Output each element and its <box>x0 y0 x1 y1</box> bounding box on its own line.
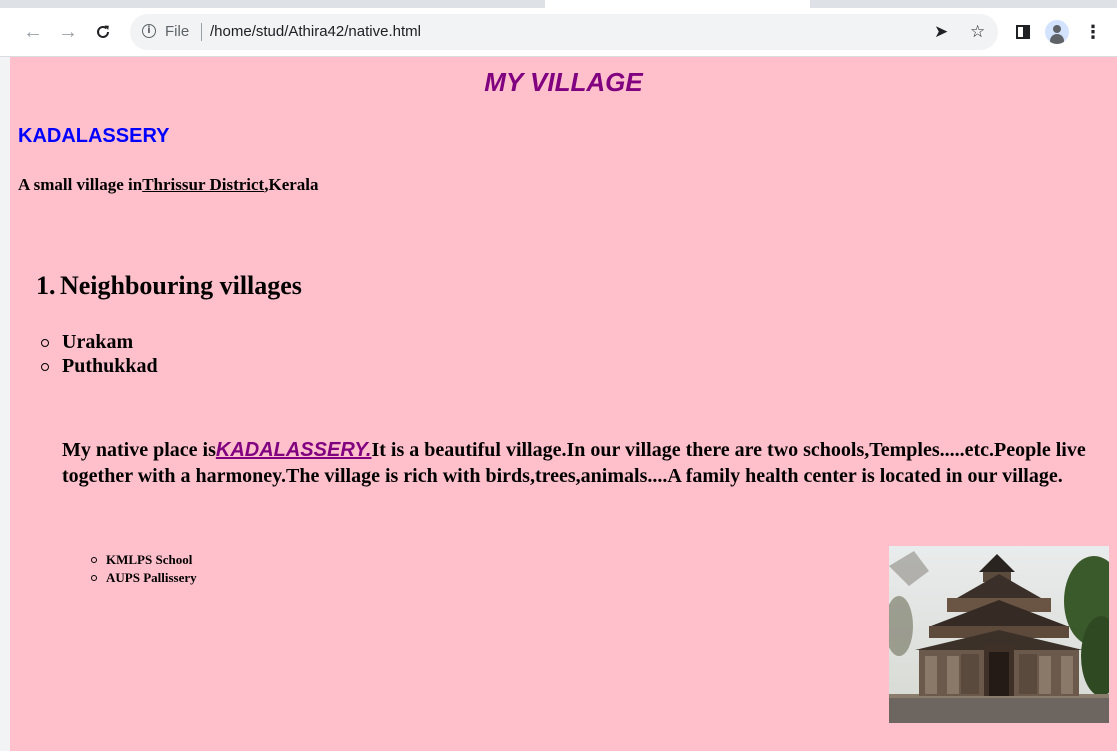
reload-button[interactable] <box>89 18 117 46</box>
arrow-right-icon: → <box>58 21 78 43</box>
forward-button[interactable]: → <box>54 18 82 46</box>
kebab-menu-icon[interactable]: ⋮ <box>1083 22 1103 43</box>
schools-list: KMLPS School AUPS Pallissery <box>91 551 197 587</box>
info-icon[interactable]: i <box>142 24 156 38</box>
neighbouring-villages-heading: Neighbouring villages <box>59 271 302 300</box>
address-bar[interactable]: i File /home/stud/Athira42/native.html ➤… <box>130 14 998 50</box>
village-tagline: A small village inThrissur District,Kera… <box>18 175 319 195</box>
paragraph-prefix: My native place is <box>62 439 216 461</box>
url-text[interactable]: /home/stud/Athira42/native.html <box>210 23 421 40</box>
star-icon[interactable]: ☆ <box>970 21 985 43</box>
district-link[interactable]: Thrissur District <box>142 175 264 194</box>
tagline-suffix: ,Kerala <box>264 175 319 194</box>
neighbouring-villages-list: Urakam Puthukkad <box>41 330 158 378</box>
ordered-item-number: 1. <box>36 271 56 300</box>
village-heading: KADALASSERY <box>18 125 170 147</box>
avatar-icon <box>1045 20 1069 44</box>
list-item-urakam: Urakam <box>41 330 158 354</box>
active-tab[interactable] <box>545 0 810 8</box>
url-scheme: File <box>165 23 190 40</box>
list-item-aups: AUPS Pallissery <box>91 570 197 585</box>
send-icon[interactable]: ➤ <box>934 21 948 43</box>
back-button[interactable]: ← <box>19 18 47 46</box>
ordered-list: 1. Neighbouring villages <box>36 271 302 301</box>
side-panel-button[interactable] <box>1013 22 1033 42</box>
url-separator <box>201 23 202 41</box>
list-item-puthukkad: Puthukkad <box>41 355 158 377</box>
page-viewport: MY VILLAGE KADALASSERY A small village i… <box>10 57 1117 751</box>
reload-icon <box>97 25 109 38</box>
browser-toolbar: ← → i File /home/stud/Athira42/native.ht… <box>0 8 1117 57</box>
temple-photo <box>889 546 1109 723</box>
tab-strip <box>0 0 1117 8</box>
description-paragraph: My native place isKADALASSERY.It is a be… <box>62 437 1092 489</box>
page-title: MY VILLAGE <box>484 67 643 97</box>
side-panel-icon <box>1016 25 1030 39</box>
profile-button[interactable] <box>1045 20 1069 44</box>
arrow-left-icon: ← <box>23 21 43 43</box>
kadalassery-link[interactable]: KADALASSERY. <box>216 439 372 461</box>
tagline-prefix: A small village in <box>18 175 143 194</box>
list-item-kmlps: KMLPS School <box>91 551 197 569</box>
